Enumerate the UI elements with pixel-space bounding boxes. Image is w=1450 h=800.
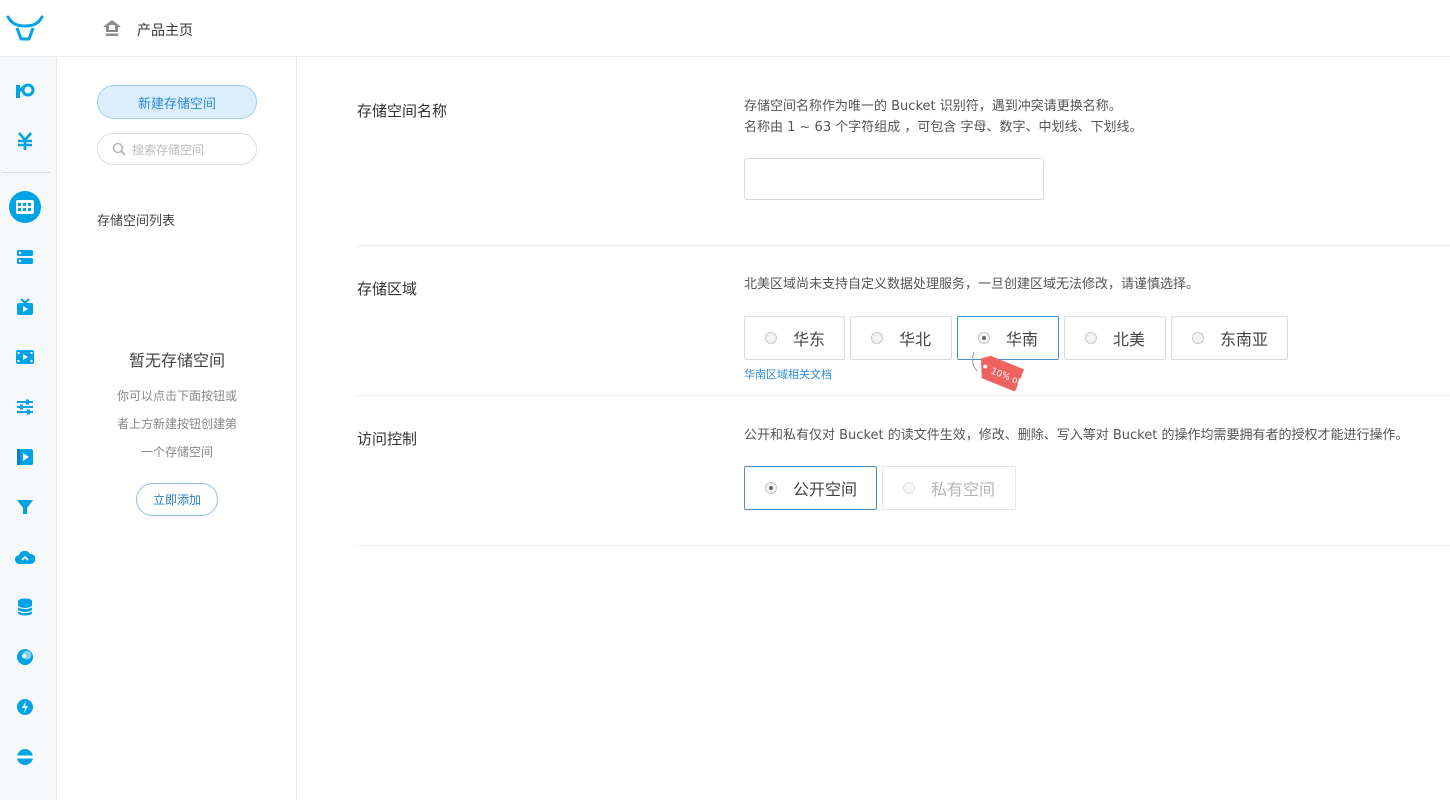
- option-label: 私有空间: [931, 480, 996, 499]
- access-label: 访问控制: [357, 430, 418, 448]
- name-description: 存储空间名称作为唯一的 Bucket 识别符，遇到冲突请更换名称。: [744, 99, 1122, 114]
- search-icon: [112, 142, 126, 156]
- home-link[interactable]: 产品主页: [137, 20, 193, 40]
- radio-icon: [765, 332, 777, 344]
- radio-icon: [903, 482, 915, 494]
- yen-icon[interactable]: [14, 130, 36, 152]
- option-label: 华北: [899, 330, 932, 349]
- access-option-public[interactable]: 公开空间: [744, 466, 877, 510]
- discount-tag-icon: 10% off: [972, 351, 1025, 391]
- radio-icon: [1192, 332, 1204, 344]
- region-option-north[interactable]: 华北: [850, 316, 952, 360]
- cloud-icon[interactable]: [14, 546, 36, 568]
- name-section: 存储空间名称 存储空间名称作为唯一的 Bucket 识别符，遇到冲突请更换名称。…: [357, 57, 1450, 246]
- new-bucket-button[interactable]: 新建存储空间: [97, 85, 257, 119]
- empty-state-text: 者上方新建按钮创建第: [116, 417, 237, 431]
- bucket-panel: 新建存储空间 存储空间列表 暂无存储空间 你可以点击下面按钮或 者上方新建按钮创…: [57, 57, 297, 800]
- radio-icon: [1085, 332, 1097, 344]
- radio-icon: [871, 332, 883, 344]
- search-input[interactable]: [132, 140, 250, 160]
- lightning-icon[interactable]: [14, 696, 36, 718]
- add-now-button[interactable]: 立即添加: [136, 483, 218, 516]
- player-icon[interactable]: [14, 446, 36, 468]
- server-list-icon[interactable]: [14, 246, 36, 268]
- bucket-list-title: 存储空间列表: [97, 214, 176, 229]
- funnel-icon[interactable]: [14, 496, 36, 518]
- region-section: 存储区域 北美区域尚未支持自定义数据处理服务，一旦创建区域无法修改，请谨慎选择。…: [357, 246, 1450, 396]
- empty-state-text: 一个存储空间: [140, 445, 213, 459]
- option-label: 东南亚: [1220, 330, 1269, 349]
- bucket-grid-icon[interactable]: [9, 191, 41, 223]
- video-film-icon[interactable]: [14, 346, 36, 368]
- icon-rail: [0, 57, 57, 800]
- option-label: 北美: [1113, 330, 1146, 349]
- region-option-east[interactable]: 华东: [744, 316, 845, 360]
- bucket-search: [97, 133, 257, 165]
- region-option-na[interactable]: 北美: [1064, 316, 1166, 360]
- name-rules: 名称由 1 ~ 63 个字符组成 ，可包含 字母、数字、中划线、下划线。: [744, 120, 1143, 135]
- region-label: 存储区域: [357, 280, 418, 298]
- option-label: 华东: [793, 330, 826, 349]
- access-section: 访问控制 公开和私有仅对 Bucket 的读文件生效，修改、删除、写入等对 Bu…: [357, 396, 1450, 546]
- option-label: 公开空间: [793, 480, 858, 499]
- access-description: 公开和私有仅对 Bucket 的读文件生效，修改、删除、写入等对 Bucket …: [744, 428, 1409, 443]
- radio-icon: [978, 332, 990, 344]
- sliders-icon[interactable]: [14, 396, 36, 418]
- rail-divider: [2, 172, 50, 173]
- access-option-private[interactable]: 私有空间: [882, 466, 1016, 510]
- region-description: 北美区域尚未支持自定义数据处理服务，一旦创建区域无法修改，请谨慎选择。: [744, 277, 1200, 292]
- bucket-name-input[interactable]: [744, 158, 1044, 200]
- option-label: 华南: [1006, 330, 1039, 349]
- moon-icon[interactable]: [14, 646, 36, 668]
- radio-icon: [765, 482, 777, 494]
- region-option-sea[interactable]: 东南亚: [1171, 316, 1288, 360]
- qiniu-logo-icon[interactable]: [6, 14, 44, 42]
- empty-state-title: 暂无存储空间: [128, 351, 225, 370]
- globe-stripe-icon[interactable]: [14, 746, 36, 768]
- logo-k-icon[interactable]: [14, 80, 36, 102]
- region-docs-link[interactable]: 华南区域相关文档: [744, 366, 832, 382]
- top-bar: 产品主页: [0, 0, 1450, 57]
- empty-state-text: 你可以点击下面按钮或: [116, 389, 237, 403]
- home-icon[interactable]: [102, 19, 122, 37]
- live-tv-icon[interactable]: [14, 296, 36, 318]
- database-icon[interactable]: [14, 596, 36, 618]
- name-label: 存储空间名称: [357, 102, 448, 120]
- create-bucket-form: 存储空间名称 存储空间名称作为唯一的 Bucket 识别符，遇到冲突请更换名称。…: [297, 57, 1450, 800]
